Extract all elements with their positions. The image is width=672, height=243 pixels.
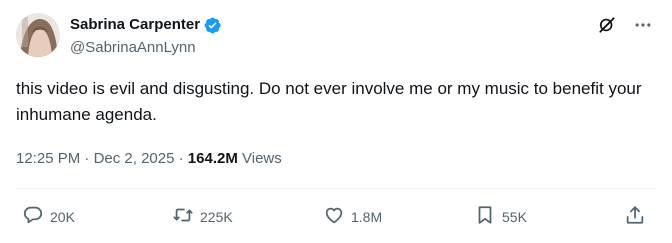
reply-icon [22,204,44,229]
bookmark-count: 55K [502,208,527,225]
views-count[interactable]: 164.2M [188,150,238,167]
author-name-row: Sabrina Carpenter [70,15,222,35]
author-display-name[interactable]: Sabrina Carpenter [70,15,200,35]
repost-count: 225K [200,208,233,225]
bookmark-button[interactable]: 55K [474,204,527,229]
heart-icon [323,204,345,229]
repost-button[interactable]: 225K [172,204,233,229]
avatar[interactable] [16,13,60,57]
reply-count: 20K [50,208,75,225]
avatar-image [16,13,60,57]
share-button[interactable] [624,204,646,229]
meta-separator: · [84,150,90,167]
tweet-date[interactable]: Dec 2, 2025 [94,150,175,167]
divider [16,188,656,189]
like-button[interactable]: 1.8M [323,204,382,229]
reply-button[interactable]: 20K [22,204,75,229]
share-icon [624,204,646,229]
author-handle[interactable]: @SabrinaAnnLynn [70,38,196,58]
tweet-text: this video is evil and disgusting. Do no… [16,79,642,124]
views-label: Views [242,150,282,167]
tweet-time[interactable]: 12:25 PM [16,150,80,167]
bookmark-icon [474,204,496,229]
action-bar: 20K 225K 1.8M 55K [0,204,672,230]
tweet-meta: 12:25 PM · Dec 2, 2025 · 164.2M Views [16,149,282,169]
meta-separator: · [178,150,184,167]
header-actions [596,14,654,36]
grok-icon[interactable] [596,14,618,36]
verified-badge-icon [203,16,222,35]
tweet-card: Sabrina Carpenter @SabrinaAnnLynn this v… [0,0,672,243]
repost-icon [172,204,194,229]
like-count: 1.8M [351,208,383,225]
more-icon[interactable] [632,14,654,36]
